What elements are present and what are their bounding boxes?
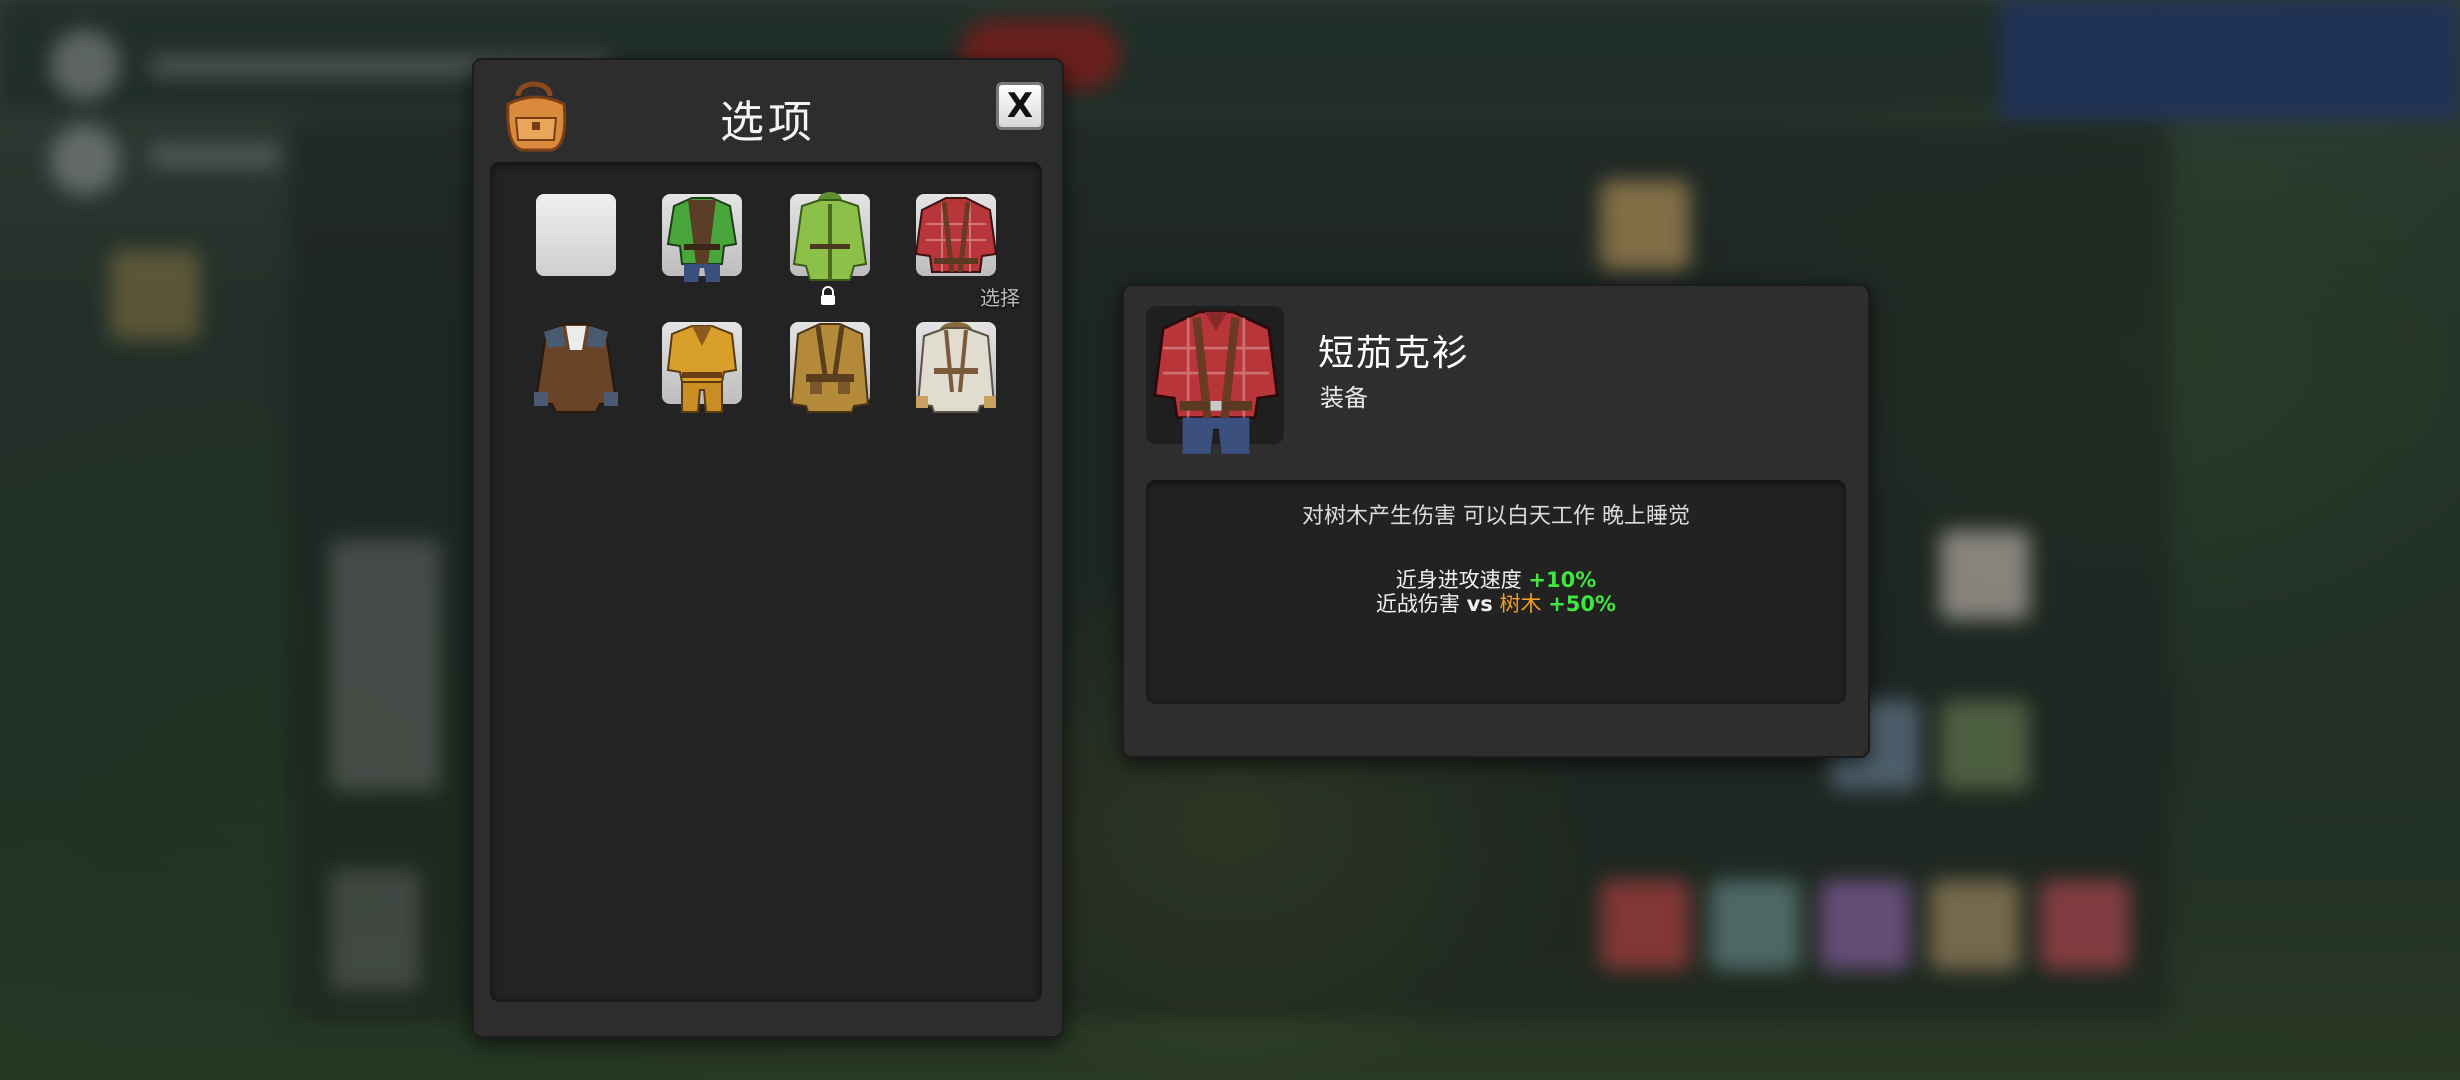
item-description: 对树木产生伤害 可以白天工作 晚上睡觉: [1302, 504, 1690, 529]
item-slot-green-vest[interactable]: [658, 192, 742, 282]
panel-title: 选项: [720, 97, 816, 148]
white-coat-icon: [916, 322, 996, 413]
stat-value: +50%: [1548, 592, 1617, 616]
khaki-jacket-icon: [790, 323, 870, 413]
lock-icon: [821, 286, 835, 305]
plaid-shirt-icon: [1153, 310, 1279, 454]
item-slot-leather-coat[interactable]: [532, 320, 618, 413]
plaid-shirt-icon: [914, 197, 998, 273]
item-portrait: [1146, 306, 1284, 454]
item-description-box: 对树木产生伤害 可以白天工作 晚上睡觉 近身进攻速度 +10% 近战伤害 vs …: [1146, 480, 1846, 704]
stat-vs: vs: [1466, 592, 1493, 616]
item-slot-plaid-shirt[interactable]: [912, 192, 998, 276]
item-detail-panel: 短茄克衫 装备 对树木产生伤害 可以白天工作 晚上睡觉 近身进攻速度 +10% …: [1122, 284, 1870, 758]
green-vest-icon: [666, 197, 738, 282]
panel-header: 选项 X: [474, 60, 1062, 160]
yellow-outfit-icon: [666, 325, 738, 413]
item-slot-khaki-jacket[interactable]: [786, 320, 870, 413]
close-button[interactable]: X: [996, 82, 1044, 130]
stat-label: 近战伤害: [1375, 592, 1460, 616]
item-slot-white-coat[interactable]: [912, 320, 996, 413]
stat-target: 树木: [1499, 592, 1542, 616]
item-slot-empty[interactable]: [532, 192, 616, 276]
green-jacket-icon: [792, 192, 868, 281]
item-name: 短茄克衫: [1318, 333, 1471, 374]
item-type: 装备: [1320, 384, 1368, 412]
item-slot-yellow-outfit[interactable]: [658, 320, 742, 413]
leather-coat-icon: [534, 323, 618, 413]
stat-melee-damage: 近战伤害 vs 树木 +50%: [1146, 588, 1846, 618]
select-label: 选择: [980, 286, 1020, 310]
item-slot-green-jacket[interactable]: [786, 192, 870, 281]
